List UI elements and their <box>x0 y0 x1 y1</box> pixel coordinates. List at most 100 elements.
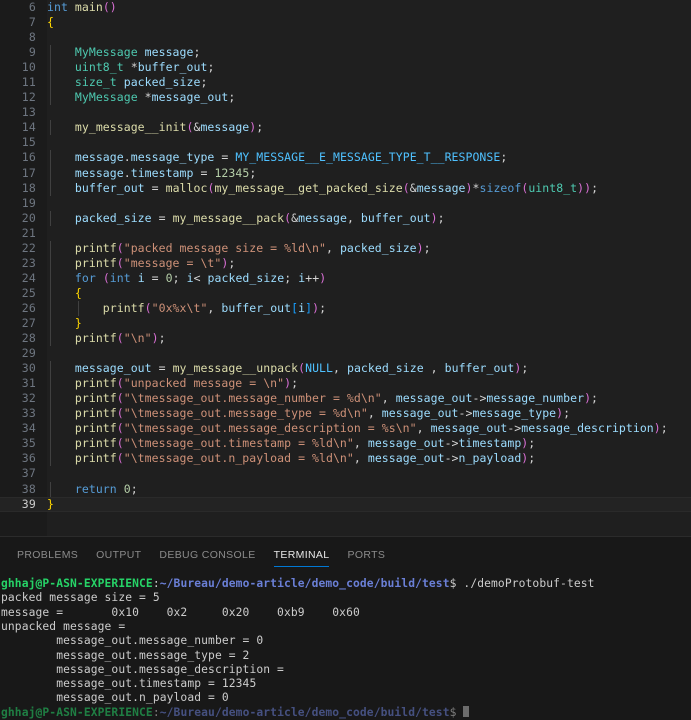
panel-tab-problems[interactable]: PROBLEMS <box>8 537 87 572</box>
line-number: 38 <box>21 481 36 496</box>
terminal-prompt-separator: : <box>152 577 160 591</box>
terminal-next-separator: : <box>152 705 160 719</box>
indent-guide <box>49 361 51 377</box>
indent-guide <box>49 90 51 106</box>
terminal-line: message_out.message_type = 2 <box>1 648 250 662</box>
line-number: 27 <box>21 315 36 330</box>
line-number: 16 <box>21 150 36 165</box>
code-line[interactable]: 15 <box>0 135 691 150</box>
terminal-line: unpacked message = <box>1 619 133 633</box>
terminal-output[interactable]: ghhaj@P-ASN-EXPERIENCE:~/Bureau/demo-art… <box>0 572 691 720</box>
indent-guide <box>49 315 51 332</box>
panel-tab-terminal[interactable]: TERMINAL <box>265 537 339 572</box>
code-line[interactable]: 18 buffer_out = malloc(my_message__get_p… <box>0 180 691 196</box>
line-text: printf("0x%x\t", buffer_out[i]); <box>47 300 691 316</box>
line-text: my_message__init(&message); <box>47 120 691 136</box>
line-text: printf("\tmessage_out.n_payload = %ld\n"… <box>47 451 691 467</box>
terminal-user-host: ghhaj@P-ASN-EXPERIENCE <box>1 577 153 591</box>
terminal-next-user-host: ghhaj@P-ASN-EXPERIENCE <box>1 705 153 719</box>
code-line[interactable]: 35 printf("\tmessage_out.timestamp = %ld… <box>0 436 691 452</box>
code-line[interactable]: 21 <box>0 226 691 241</box>
code-editor[interactable]: 6 int main() 7{8 9 MyMessage message; 10 uin… <box>0 0 691 537</box>
indent-guide <box>49 165 51 181</box>
code-line[interactable]: 32 printf("\tmessage_out.message_number … <box>0 391 691 407</box>
line-text: packed_size = my_message__pack(&message,… <box>47 210 691 226</box>
line-text: } <box>47 496 54 511</box>
indent-guide <box>49 406 51 422</box>
code-line[interactable]: 19 <box>0 196 691 211</box>
code-line[interactable]: 14 my_message__init(&message); <box>0 120 691 136</box>
panel-tab-debug-console[interactable]: DEBUG CONSOLE <box>150 537 264 572</box>
line-text: for (int i = 0; i< packed_size; i++) <box>47 270 691 286</box>
code-line[interactable]: 8 <box>0 30 691 45</box>
line-text: return 0; <box>47 481 691 497</box>
panel-tab-output[interactable]: OUTPUT <box>87 537 150 572</box>
code-line[interactable]: 13 <box>0 105 691 120</box>
panel-tab-ports[interactable]: PORTS <box>338 537 394 572</box>
code-line[interactable]: 9 MyMessage message; <box>0 45 691 61</box>
terminal-prompt-path: ~/Bureau/demo-article/demo_code/build/te… <box>159 577 450 591</box>
line-number: 12 <box>21 90 36 105</box>
code-line[interactable]: 20 packed_size = my_message__pack(&messa… <box>0 210 691 226</box>
terminal-line: message_out.n_payload = 0 <box>1 691 229 705</box>
line-number: 7 <box>28 15 36 30</box>
code-line[interactable]: 29 <box>0 346 691 361</box>
indent-guide <box>49 210 51 226</box>
code-line[interactable]: 31 printf("unpacked message = \n"); <box>0 376 691 392</box>
code-line[interactable]: 23 printf("message = \t"); <box>0 255 691 271</box>
code-line[interactable]: 34 printf("\tmessage_out.message_descrip… <box>0 421 691 437</box>
code-line[interactable]: 38 return 0; <box>0 481 691 497</box>
code-line[interactable]: 39} <box>0 496 691 512</box>
indent-guide <box>49 391 51 407</box>
line-number: 17 <box>21 165 36 180</box>
code-line[interactable]: 30 message_out = my_message__unpack(NULL… <box>0 361 691 377</box>
code-content[interactable]: 6 int main() 7{8 9 MyMessage message; 10 uin… <box>0 0 691 512</box>
code-line[interactable]: 17 message.timestamp = 12345; <box>0 165 691 181</box>
code-line[interactable]: 25 { <box>0 285 691 301</box>
code-line[interactable]: 37 <box>0 466 691 481</box>
indent-guide <box>49 421 51 437</box>
line-number: 26 <box>21 300 36 315</box>
line-number: 11 <box>21 75 36 90</box>
line-number: 20 <box>21 210 36 225</box>
indent-guide <box>49 451 51 467</box>
indent-guide <box>49 120 51 136</box>
indent-guide <box>49 436 51 452</box>
code-line[interactable]: 26 printf("0x%x\t", buffer_out[i]); <box>0 300 691 316</box>
terminal-line: message_out.message_description = <box>1 662 291 676</box>
code-line[interactable]: 27 } <box>0 315 691 332</box>
line-text: printf("\tmessage_out.message_type = %d\… <box>47 406 691 422</box>
code-line[interactable]: 10 uint8_t *buffer_out; <box>0 60 691 76</box>
terminal-prompt-line: ghhaj@P-ASN-EXPERIENCE:~/Bureau/demo-art… <box>1 577 691 591</box>
terminal-output-lines: packed message size = 5 message = 0x10 0x… <box>1 591 691 705</box>
indent-guide <box>49 285 51 301</box>
line-text: MyMessage message; <box>47 45 691 61</box>
code-line[interactable]: 6 int main() <box>0 0 691 15</box>
line-text: uint8_t *buffer_out; <box>47 60 691 76</box>
terminal-cursor <box>463 705 470 717</box>
indent-guide <box>49 45 51 61</box>
line-number: 32 <box>21 391 36 406</box>
bottom-panel: PROBLEMS OUTPUT DEBUG CONSOLE TERMINAL PORTS… <box>0 536 691 720</box>
code-line[interactable]: 12 MyMessage *message_out; <box>0 90 691 106</box>
code-line[interactable]: 11 size_t packed_size; <box>0 75 691 91</box>
code-line[interactable]: 28 printf("\n"); <box>0 331 691 347</box>
line-number: 18 <box>21 180 36 195</box>
code-line[interactable]: 33 printf("\tmessage_out.message_type = … <box>0 406 691 422</box>
line-number: 37 <box>21 466 36 481</box>
line-number: 25 <box>21 285 36 300</box>
line-text: { <box>47 15 54 30</box>
terminal-prompt-sigil: $ <box>449 577 457 591</box>
line-text: printf("\tmessage_out.timestamp = %ld\n"… <box>47 436 691 452</box>
code-line[interactable]: 24 for (int i = 0; i< packed_size; i++) <box>0 270 691 286</box>
terminal-line: packed message size = 5 <box>1 591 160 605</box>
code-line[interactable]: 36 printf("\tmessage_out.n_payload = %ld… <box>0 451 691 467</box>
code-line[interactable]: 7{ <box>0 15 691 30</box>
code-line[interactable]: 16 message.message_type = MY_MESSAGE__E_… <box>0 150 691 166</box>
line-number: 10 <box>21 60 36 75</box>
code-line[interactable]: 22 printf("packed message size = %ld\n",… <box>0 240 691 256</box>
line-number: 23 <box>21 255 36 270</box>
line-number: 19 <box>21 195 36 210</box>
line-number: 22 <box>21 240 36 255</box>
panel-tab-bar[interactable]: PROBLEMS OUTPUT DEBUG CONSOLE TERMINAL PORTS <box>0 537 691 573</box>
